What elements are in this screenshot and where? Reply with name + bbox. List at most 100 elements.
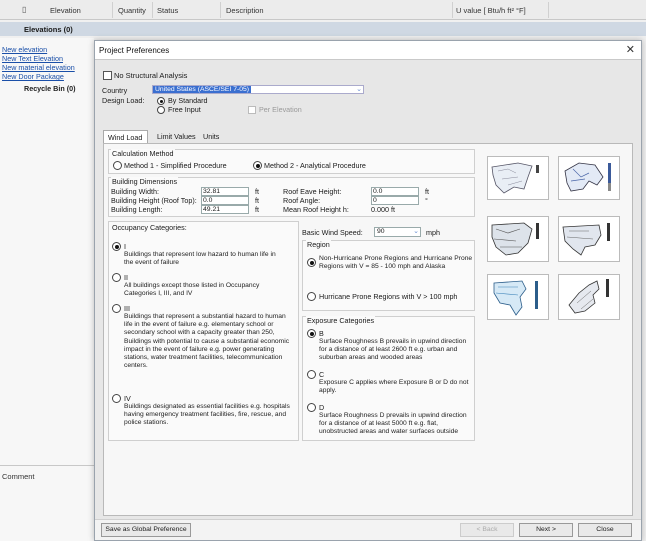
column-separator bbox=[220, 2, 221, 18]
occupancy-ii-radio[interactable] bbox=[112, 273, 121, 282]
column-description[interactable]: Description bbox=[226, 6, 264, 15]
building-dimensions-title: Building Dimensions bbox=[111, 177, 179, 186]
column-separator bbox=[548, 2, 549, 18]
per-elevation-label: Per Elevation bbox=[259, 105, 302, 114]
wind-speed-unit: mph bbox=[426, 228, 440, 237]
comment-label: Comment bbox=[2, 472, 35, 481]
region-hurricane-label: Hurricane Prone Regions with V > 100 mph bbox=[319, 292, 458, 301]
building-width-input[interactable]: 32.81 bbox=[201, 187, 249, 196]
exposure-c-radio[interactable] bbox=[307, 370, 316, 379]
tab-limit-values[interactable]: Limit Values bbox=[153, 130, 200, 143]
close-icon[interactable]: ✕ bbox=[626, 43, 635, 56]
elevation-type-icon: ▯ bbox=[22, 5, 27, 14]
occupancy-iv-radio[interactable] bbox=[112, 394, 121, 403]
wind-map-image bbox=[487, 274, 549, 320]
occupancy-iv-label: IV bbox=[124, 394, 131, 403]
column-quantity[interactable]: Quantity bbox=[118, 6, 146, 15]
occupancy-iii-radio[interactable] bbox=[112, 304, 121, 313]
dialog-body: No Structural Analysis Country United St… bbox=[95, 59, 641, 519]
exposure-c-description: Exposure C applies where Exposure B or D… bbox=[319, 379, 469, 395]
country-select[interactable]: United States (ASCE/SEI 7-05) ⌄ bbox=[152, 85, 364, 94]
country-label: Country bbox=[102, 86, 128, 95]
alaska-map-icon bbox=[564, 162, 611, 192]
exposure-d-radio[interactable] bbox=[307, 403, 316, 412]
recycle-bin-item[interactable]: Recycle Bin (0) bbox=[24, 84, 76, 93]
new-door-package-link[interactable]: New Door Package bbox=[2, 72, 64, 81]
mean-roof-height-value: 0.000 ft bbox=[371, 205, 395, 214]
building-dimensions-group: Building Dimensions Building Width: 32.8… bbox=[108, 177, 475, 217]
wind-speed-select[interactable]: 90 ⌄ bbox=[374, 227, 421, 237]
wind-map-image bbox=[558, 216, 620, 262]
exposure-c-label: C bbox=[319, 370, 325, 379]
back-button[interactable]: < Back bbox=[460, 523, 514, 537]
divider bbox=[0, 465, 94, 466]
no-structural-checkbox[interactable] bbox=[103, 71, 112, 80]
occupancy-ii-description: All buildings except those listed in Occ… bbox=[124, 282, 260, 298]
project-preferences-dialog: Project Preferences ✕ No Structural Anal… bbox=[94, 40, 642, 541]
region-non-hurricane-radio[interactable] bbox=[307, 258, 316, 267]
chevron-down-icon: ⌄ bbox=[356, 86, 362, 93]
occupancy-iii-description: Buildings that represent a substantial h… bbox=[124, 313, 290, 370]
method1-radio[interactable] bbox=[113, 161, 122, 170]
new-material-elevation-link[interactable]: New material elevation bbox=[2, 63, 75, 72]
building-height-input[interactable]: 0.0 bbox=[201, 196, 249, 205]
occupancy-categories-group: Occupancy Categories: I Buildings that r… bbox=[108, 221, 299, 441]
method2-radio[interactable] bbox=[253, 161, 262, 170]
by-standard-radio[interactable] bbox=[157, 97, 165, 105]
usa-west-map-icon bbox=[491, 222, 539, 256]
occupancy-i-label: I bbox=[124, 242, 126, 251]
design-load-label: Design Load: bbox=[102, 96, 145, 105]
tab-units[interactable]: Units bbox=[199, 130, 223, 143]
dialog-footer: Save as Global Preference < Back Next > … bbox=[95, 519, 641, 540]
degree-unit-label: ° bbox=[425, 196, 428, 205]
column-uvalue[interactable]: U value [ Btu/h ft² °F] bbox=[456, 6, 526, 15]
column-elevation[interactable]: Elevation bbox=[50, 6, 81, 15]
usa-map-icon bbox=[491, 162, 539, 194]
method2-label: Method 2 - Analytical Procedure bbox=[264, 161, 366, 170]
occupancy-iv-description: Buildings designated as essential facili… bbox=[124, 403, 290, 427]
region-title: Region bbox=[306, 240, 331, 249]
save-global-preference-button[interactable]: Save as Global Preference bbox=[101, 523, 191, 537]
occupancy-i-radio[interactable] bbox=[112, 242, 121, 251]
elevations-count-label: Elevations (0) bbox=[24, 25, 73, 34]
column-separator bbox=[152, 2, 153, 18]
new-text-elevation-link[interactable]: New Text Elevation bbox=[2, 54, 63, 63]
exposure-categories-group: Exposure Categories B Surface Roughness … bbox=[302, 316, 475, 441]
calculation-method-group: Calculation Method Method 1 - Simplified… bbox=[108, 149, 475, 174]
dialog-title: Project Preferences bbox=[99, 46, 170, 55]
per-elevation-checkbox[interactable] bbox=[248, 106, 256, 114]
exposure-b-radio[interactable] bbox=[307, 329, 316, 338]
occupancy-ii-label: II bbox=[124, 273, 128, 282]
basic-wind-speed-label: Basic Wind Speed: bbox=[302, 228, 363, 237]
usa-southeast-map-icon bbox=[493, 280, 538, 316]
no-structural-label: No Structural Analysis bbox=[114, 71, 188, 80]
roof-angle-label: Roof Angle: bbox=[283, 196, 321, 205]
occupancy-i-description: Buildings that represent low hazard to h… bbox=[124, 251, 276, 267]
building-length-label: Building Length: bbox=[111, 205, 163, 214]
wind-map-image bbox=[487, 156, 549, 200]
exposure-b-description: Surface Roughness B prevails in upwind d… bbox=[319, 338, 467, 362]
elements-table-header: ▯ Elevation Quantity Status Description … bbox=[0, 0, 646, 20]
column-separator bbox=[452, 2, 453, 18]
elevations-group-header[interactable]: Elevations (0) bbox=[0, 22, 646, 36]
next-button[interactable]: Next > bbox=[519, 523, 573, 537]
building-length-input[interactable]: 49.21 bbox=[201, 205, 249, 214]
wind-speed-value: 90 bbox=[377, 228, 385, 235]
roof-angle-input[interactable]: 0 bbox=[371, 196, 419, 205]
mean-roof-height-label: Mean Roof Height h: bbox=[283, 205, 349, 214]
tab-wind-load[interactable]: Wind Load bbox=[103, 130, 148, 143]
exposure-d-label: D bbox=[319, 403, 325, 412]
close-button[interactable]: Close bbox=[578, 523, 632, 537]
new-elevation-link[interactable]: New elevation bbox=[2, 45, 47, 54]
region-group: Region Non-Hurricane Prone Regions and H… bbox=[302, 240, 475, 311]
usa-northeast-map-icon bbox=[568, 279, 609, 314]
region-non-hurricane-label: Non-Hurricane Prone Regions and Hurrican… bbox=[319, 255, 473, 271]
building-width-label: Building Width: bbox=[111, 187, 159, 196]
column-status[interactable]: Status bbox=[157, 6, 178, 15]
elevations-sidebar: New elevation New Text Elevation New mat… bbox=[0, 38, 94, 541]
usa-gulf-map-icon bbox=[562, 223, 610, 256]
chevron-down-icon: ⌄ bbox=[413, 228, 419, 235]
region-hurricane-radio[interactable] bbox=[307, 292, 316, 301]
free-input-radio[interactable] bbox=[157, 106, 165, 114]
roof-eave-input[interactable]: 0.0 bbox=[371, 187, 419, 196]
